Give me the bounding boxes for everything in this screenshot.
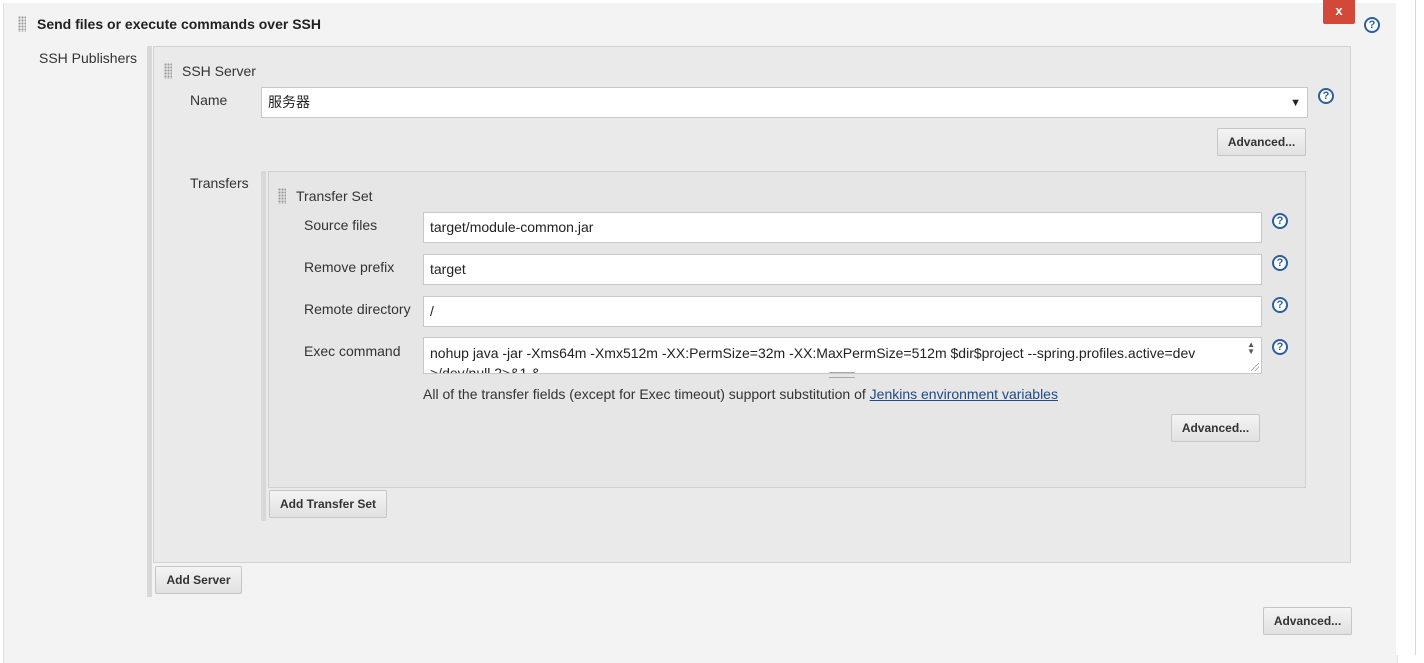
jenkins-env-vars-link[interactable]: Jenkins environment variables	[870, 386, 1058, 402]
help-icon[interactable]: ?	[1272, 297, 1288, 313]
section-title: Send files or execute commands over SSH	[37, 16, 321, 32]
server-drag-handle-icon[interactable]	[164, 63, 172, 79]
exec-command-label: Exec command	[304, 343, 401, 359]
add-server-button[interactable]: Add Server	[155, 566, 242, 594]
server-advanced-button[interactable]: Advanced...	[1217, 128, 1306, 156]
name-label: Name	[190, 92, 228, 108]
scroll-arrows-icon[interactable]: ▲ ▼	[1247, 341, 1255, 356]
remove-prefix-input[interactable]: target	[423, 254, 1262, 285]
source-files-input[interactable]: target/module-common.jar	[423, 212, 1262, 243]
ssh-server-title: SSH Server	[182, 63, 256, 79]
remote-directory-input[interactable]: /	[423, 296, 1262, 327]
publisher-advanced-button[interactable]: Advanced...	[1263, 607, 1352, 635]
remote-directory-label: Remote directory	[304, 301, 411, 317]
add-transfer-set-button[interactable]: Add Transfer Set	[269, 490, 387, 518]
help-icon[interactable]: ?	[1272, 255, 1288, 271]
server-name-select[interactable]: 服务器 ▼	[261, 87, 1308, 118]
delete-section-button[interactable]: x	[1323, 0, 1355, 24]
drag-handle-icon[interactable]	[18, 16, 26, 32]
help-icon[interactable]: ?	[1272, 339, 1288, 355]
substitution-note-text: All of the transfer fields (except for E…	[423, 386, 870, 402]
help-icon[interactable]: ?	[1318, 88, 1334, 104]
help-icon[interactable]: ?	[1272, 213, 1288, 229]
transfers-label: Transfers	[190, 175, 249, 191]
exec-command-line-2: >/dev/null 2>&1 &	[430, 365, 541, 374]
resize-grip-icon[interactable]	[1251, 363, 1259, 371]
chevron-down-icon: ▼	[1290, 97, 1301, 109]
ssh-publishers-label: SSH Publishers	[39, 50, 138, 66]
right-gutter	[1396, 0, 1416, 655]
help-icon[interactable]: ?	[1364, 17, 1380, 33]
scroll-edge	[1415, 0, 1416, 655]
source-files-label: Source files	[304, 217, 378, 233]
textarea-expand-handle[interactable]	[829, 372, 855, 378]
exec-command-line-1: nohup java -jar -Xms64m -Xmx512m -XX:Per…	[430, 345, 1196, 361]
transfer-advanced-button[interactable]: Advanced...	[1171, 414, 1260, 442]
server-name-value: 服务器	[268, 94, 310, 110]
transfers-bar	[261, 171, 266, 521]
publishers-bar	[147, 46, 152, 597]
remove-prefix-label: Remove prefix	[304, 259, 395, 275]
transfer-drag-handle-icon[interactable]	[278, 188, 286, 204]
exec-command-textarea[interactable]: nohup java -jar -Xms64m -Xmx512m -XX:Per…	[423, 337, 1262, 374]
substitution-note: All of the transfer fields (except for E…	[423, 386, 1058, 402]
transfer-set-title: Transfer Set	[296, 188, 373, 204]
